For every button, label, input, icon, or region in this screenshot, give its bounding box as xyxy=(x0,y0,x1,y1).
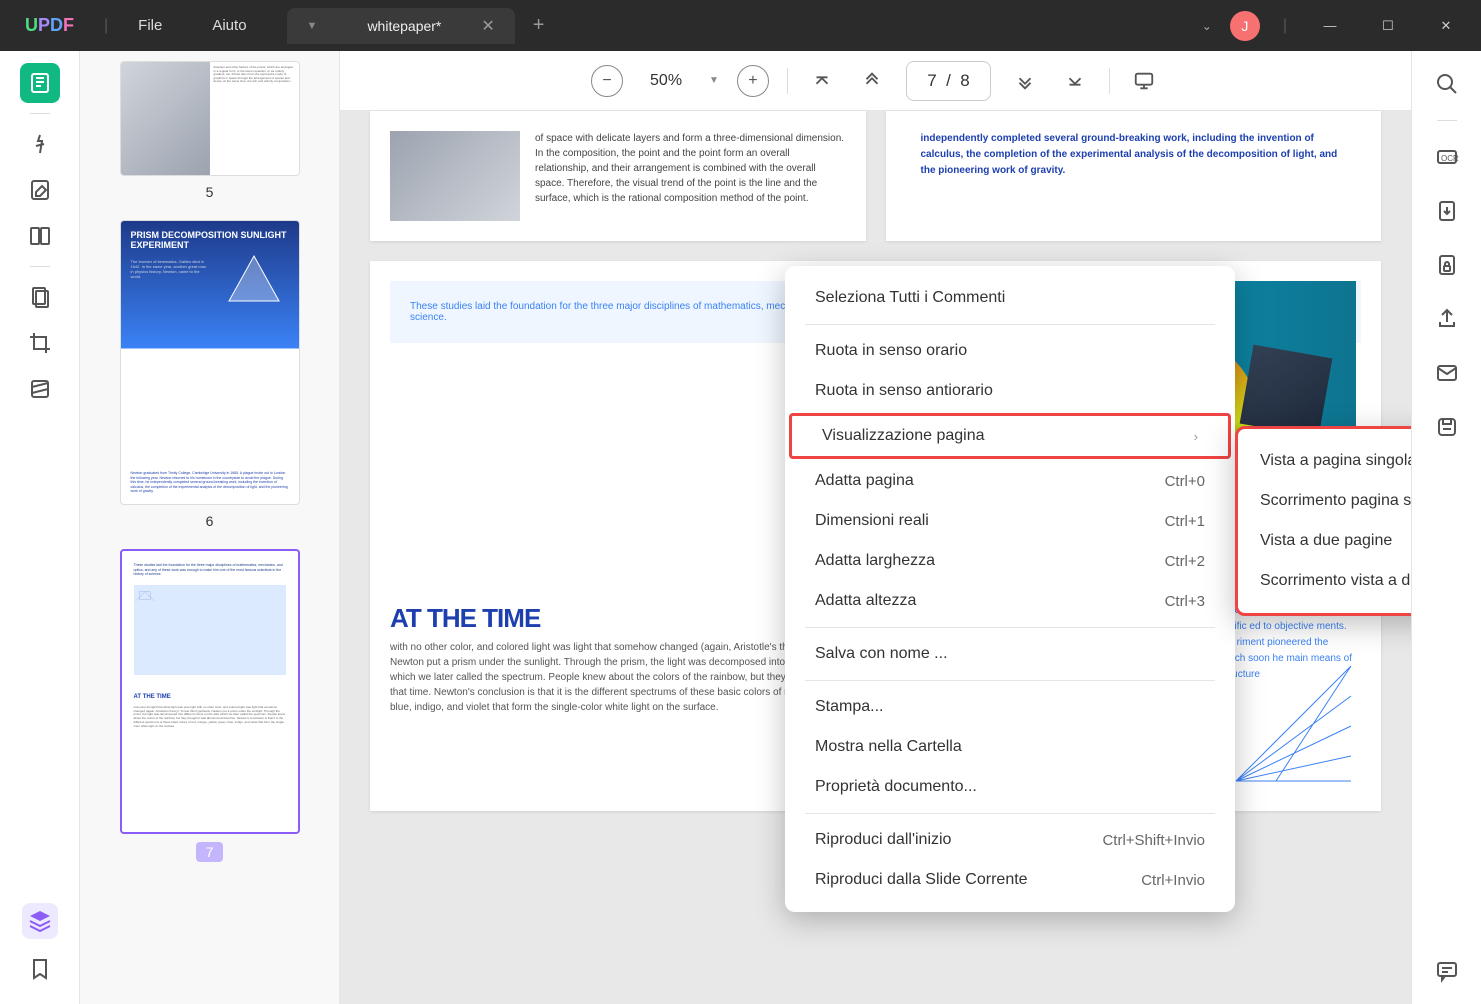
divider xyxy=(1437,120,1457,121)
zoom-out-button[interactable]: − xyxy=(591,65,623,97)
tab-close-icon[interactable]: ✕ xyxy=(481,16,494,36)
bookmark-button[interactable] xyxy=(20,949,60,989)
ctx-play-from-start[interactable]: Riproduci dall'inizioCtrl+Shift+Invio xyxy=(785,820,1235,860)
next-page-button[interactable] xyxy=(1009,65,1041,97)
new-tab-button[interactable]: + xyxy=(533,14,545,37)
view-toolbar: − 50% ▼ + xyxy=(340,51,1411,111)
divider xyxy=(805,324,1215,325)
organize-tool[interactable] xyxy=(20,277,60,317)
presentation-button[interactable] xyxy=(1128,65,1160,97)
svg-text:OCR: OCR xyxy=(1441,154,1459,163)
save-button[interactable] xyxy=(1429,409,1465,445)
thumb-number: 5 xyxy=(206,184,214,200)
page-preview: independently completed several ground-b… xyxy=(886,111,1382,241)
ctx-fit-height[interactable]: Adatta altezzaCtrl+3 xyxy=(785,581,1235,621)
zoom-value: 50% xyxy=(641,72,691,90)
thumbnail-page-6[interactable]: PRISM DECOMPOSITION SUNLIGHT EXPERIMENT … xyxy=(120,220,300,505)
protect-button[interactable] xyxy=(1429,247,1465,283)
ctx-print[interactable]: Stampa... xyxy=(785,687,1235,727)
page-text: independently completed several ground-b… xyxy=(906,131,1362,179)
divider xyxy=(30,113,50,114)
comments-panel-button[interactable] xyxy=(1429,953,1465,989)
left-tool-rail xyxy=(0,51,80,1004)
close-button[interactable]: ✕ xyxy=(1426,11,1466,41)
user-avatar[interactable]: J xyxy=(1230,11,1260,41)
divider xyxy=(30,266,50,267)
divider xyxy=(805,627,1215,628)
ctx-save-as[interactable]: Salva con nome ... xyxy=(785,634,1235,674)
submenu-single-page[interactable]: Vista a pagina singola xyxy=(1238,441,1411,481)
minimize-button[interactable]: — xyxy=(1310,11,1350,41)
right-tool-rail: OCR xyxy=(1411,51,1481,1004)
layers-button[interactable] xyxy=(22,903,58,939)
share-button[interactable] xyxy=(1429,301,1465,337)
ctx-fit-page[interactable]: Adatta paginaCtrl+0 xyxy=(785,461,1235,501)
prev-page-button[interactable] xyxy=(856,65,888,97)
edit-tool[interactable] xyxy=(20,170,60,210)
crop-tool[interactable] xyxy=(20,323,60,363)
comment-tool[interactable] xyxy=(20,124,60,164)
app-logo: UPDF xyxy=(25,15,74,36)
divider: | xyxy=(1283,17,1287,35)
ctx-select-all-comments[interactable]: Seleziona Tutti i Commenti xyxy=(785,278,1235,318)
submenu-single-scroll[interactable]: Scorrimento pagina singola xyxy=(1238,481,1411,521)
submenu-two-scroll[interactable]: Scorrimento vista a due pagine xyxy=(1238,561,1411,601)
redact-tool[interactable] xyxy=(20,369,60,409)
thumbnail-page-5[interactable]: direction and other factors of the point… xyxy=(120,61,300,176)
ctx-fit-width[interactable]: Adatta larghezzaCtrl+2 xyxy=(785,541,1235,581)
page-preview: of space with delicate layers and form a… xyxy=(370,111,866,241)
document-tab[interactable]: ▼ whitepaper* ✕ xyxy=(287,8,515,44)
divider xyxy=(1109,68,1110,94)
ocr-button[interactable]: OCR xyxy=(1429,139,1465,175)
divider xyxy=(787,68,788,94)
tab-chevron-icon: ▼ xyxy=(307,20,318,32)
ctx-show-folder[interactable]: Mostra nella Cartella xyxy=(785,727,1235,767)
divider xyxy=(805,680,1215,681)
email-button[interactable] xyxy=(1429,355,1465,391)
maximize-button[interactable]: ☐ xyxy=(1368,11,1408,41)
thumbnail-page-7[interactable]: These studies laid the foundation for th… xyxy=(120,549,300,834)
zoom-dropdown-icon[interactable]: ▼ xyxy=(709,75,719,86)
svg-text:B: B xyxy=(141,595,142,597)
last-page-button[interactable] xyxy=(1059,65,1091,97)
ctx-doc-properties[interactable]: Proprietà documento... xyxy=(785,767,1235,807)
first-page-button[interactable] xyxy=(806,65,838,97)
ctx-page-view[interactable]: Visualizzazione pagina› xyxy=(792,416,1228,456)
ctx-actual-size[interactable]: Dimensioni realiCtrl+1 xyxy=(785,501,1235,541)
page-view-submenu: Vista a pagina singola Scorrimento pagin… xyxy=(1235,426,1411,616)
thumbnails-panel: direction and other factors of the point… xyxy=(80,51,340,1004)
ctx-rotate-cw[interactable]: Ruota in senso orario xyxy=(785,331,1235,371)
thumb-number-current: 7 xyxy=(196,842,224,862)
content-area: − 50% ▼ + of space with delicate layers … xyxy=(340,51,1411,1004)
titlebar: UPDF | File Aiuto ▼ whitepaper* ✕ + ⌄ J … xyxy=(0,0,1481,51)
account-dropdown-icon[interactable]: ⌄ xyxy=(1202,19,1212,33)
page-number-input[interactable] xyxy=(906,61,991,101)
context-menu: Seleziona Tutti i Commenti Ruota in sens… xyxy=(785,266,1235,912)
submenu-two-page[interactable]: Vista a due pagine xyxy=(1238,521,1411,561)
svg-text:M: M xyxy=(147,595,148,597)
line-art xyxy=(1226,656,1356,786)
chevron-right-icon: › xyxy=(1194,429,1198,444)
reader-tool[interactable] xyxy=(20,63,60,103)
thumb-number: 6 xyxy=(206,513,214,529)
page-image xyxy=(390,131,520,221)
tab-title: whitepaper* xyxy=(367,18,441,34)
divider: | xyxy=(104,17,108,35)
zoom-in-button[interactable]: + xyxy=(737,65,769,97)
page-tool[interactable] xyxy=(20,216,60,256)
page-text: of space with delicate layers and form a… xyxy=(535,131,846,221)
divider xyxy=(805,813,1215,814)
search-button[interactable] xyxy=(1429,66,1465,102)
ctx-rotate-ccw[interactable]: Ruota in senso antiorario xyxy=(785,371,1235,411)
menu-file[interactable]: File xyxy=(113,17,187,34)
ctx-play-from-current[interactable]: Riproduci dalla Slide CorrenteCtrl+Invio xyxy=(785,860,1235,900)
convert-button[interactable] xyxy=(1429,193,1465,229)
menu-help[interactable]: Aiuto xyxy=(187,17,271,34)
